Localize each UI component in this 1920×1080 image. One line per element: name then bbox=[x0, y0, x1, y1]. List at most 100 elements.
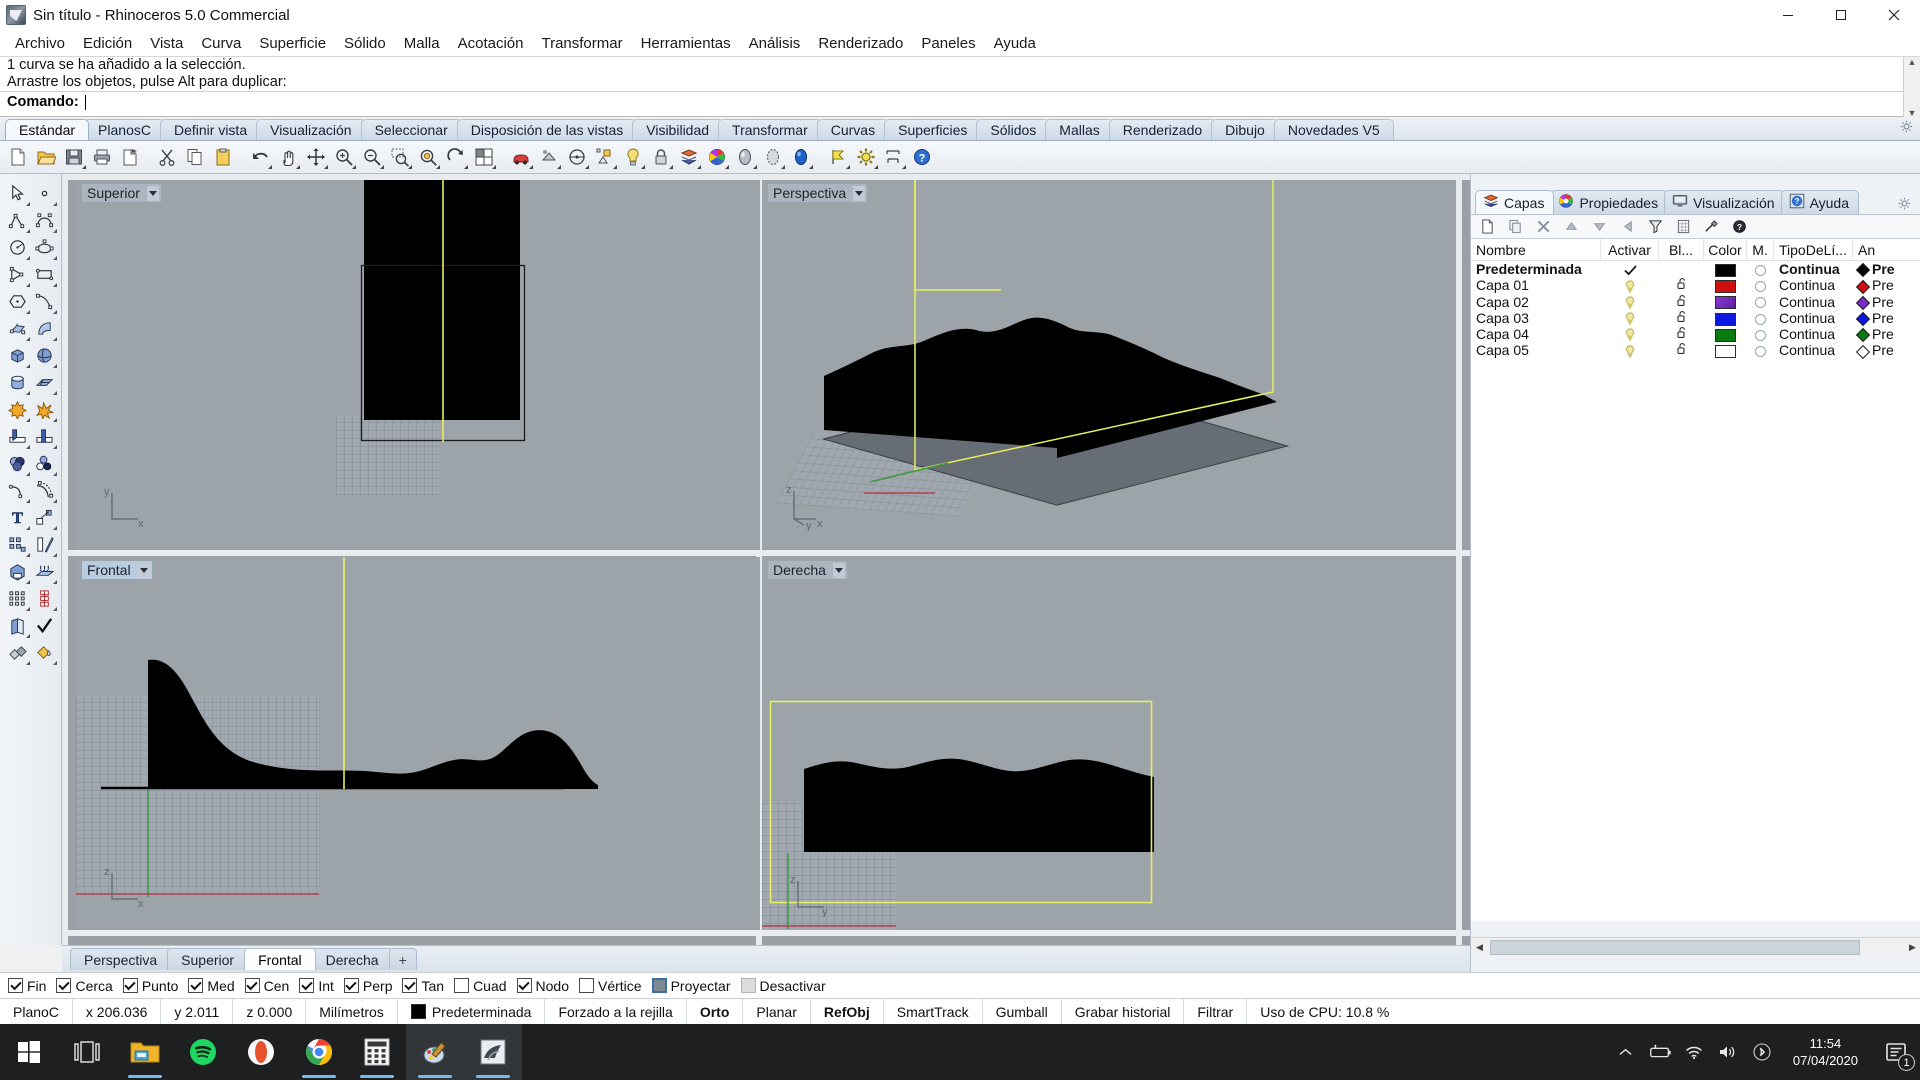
osnap-desactivar[interactable]: Desactivar bbox=[740, 978, 826, 994]
filter-icon[interactable] bbox=[1645, 217, 1665, 237]
osnap-cerca[interactable]: Cerca bbox=[56, 978, 113, 994]
osnap-int-checkbox[interactable] bbox=[299, 978, 315, 993]
circle-icon[interactable] bbox=[4, 234, 31, 261]
toolbar-tab-curvas[interactable]: Curvas bbox=[816, 119, 890, 140]
menu-edicion[interactable]: Edición bbox=[74, 32, 141, 55]
zoom-in-icon[interactable] bbox=[331, 144, 357, 170]
minimize-button[interactable] bbox=[1761, 0, 1814, 30]
layer-width[interactable]: Pre bbox=[1853, 277, 1920, 294]
layer-linetype[interactable]: Continua bbox=[1774, 261, 1853, 277]
table-row[interactable]: Capa 05 Continua Pre bbox=[1471, 342, 1920, 359]
notification-center-button[interactable]: 1 bbox=[1872, 1024, 1920, 1080]
viewport-title-derecha[interactable]: Derecha bbox=[768, 561, 847, 579]
toolbar-tab-definir-vista[interactable]: Definir vista bbox=[159, 119, 262, 140]
toolbar-tab-transformar[interactable]: Transformar bbox=[718, 119, 822, 140]
check-icon[interactable] bbox=[31, 612, 58, 639]
status-history[interactable]: Grabar historial bbox=[1062, 998, 1185, 1025]
layer-lock-open-icon[interactable] bbox=[1659, 277, 1704, 293]
layers-icon[interactable] bbox=[676, 144, 702, 170]
layer-material-icon[interactable] bbox=[1747, 277, 1774, 293]
sphere-shade-icon[interactable] bbox=[732, 144, 758, 170]
wifi-icon[interactable] bbox=[1677, 1024, 1711, 1080]
osnap-proyectar-checkbox[interactable] bbox=[651, 978, 667, 993]
task-view-icon[interactable] bbox=[58, 1024, 116, 1080]
grid-array-icon[interactable] bbox=[4, 585, 31, 612]
osnap-perp[interactable]: Perp bbox=[343, 978, 392, 994]
table-row[interactable]: Capa 03 Continua Pre bbox=[1471, 310, 1920, 327]
layer-material-icon[interactable] bbox=[1747, 326, 1774, 342]
column-header-activar[interactable]: Activar bbox=[1601, 239, 1659, 261]
viewport-derecha[interactable]: z y Derecha bbox=[762, 557, 1456, 930]
paint-bucket-icon[interactable] bbox=[31, 639, 58, 666]
array-icon[interactable] bbox=[4, 531, 31, 558]
viewport-superior[interactable]: y x Superior bbox=[76, 180, 760, 550]
menu-transformar[interactable]: Transformar bbox=[532, 32, 631, 55]
toolbar-tab-novedades-v5[interactable]: Novedades V5 bbox=[1273, 119, 1394, 140]
status-current-layer[interactable]: Predeterminada bbox=[398, 998, 546, 1025]
layer-name[interactable]: Predeterminada bbox=[1471, 261, 1601, 277]
save-as-icon[interactable] bbox=[117, 144, 143, 170]
scale-icon[interactable] bbox=[31, 504, 58, 531]
status-osnap[interactable]: RefObj bbox=[811, 998, 884, 1025]
zoom-out-icon[interactable] bbox=[359, 144, 385, 170]
split-icon[interactable] bbox=[31, 423, 58, 450]
help-question-icon[interactable]: ? bbox=[1729, 217, 1749, 237]
layer-linetype[interactable]: Continua bbox=[1774, 310, 1853, 326]
file-explorer-icon[interactable] bbox=[116, 1024, 174, 1080]
menu-ayuda[interactable]: Ayuda bbox=[985, 32, 1045, 55]
table-row[interactable]: Predeterminada Continua Pre bbox=[1471, 261, 1920, 278]
osnap-cen-checkbox[interactable] bbox=[244, 978, 260, 993]
polygon-icon[interactable] bbox=[4, 288, 31, 315]
curve-icon[interactable] bbox=[31, 207, 58, 234]
taskbar-clock[interactable]: 11:54 07/04/2020 bbox=[1779, 1024, 1872, 1080]
text-icon[interactable]: T bbox=[4, 504, 31, 531]
status-layer-color-swatch[interactable] bbox=[410, 1004, 426, 1019]
paint-icon[interactable] bbox=[406, 1024, 464, 1080]
viewport-menu-chevron-down-icon[interactable] bbox=[146, 185, 159, 201]
layer-width[interactable]: Pre bbox=[1853, 342, 1920, 359]
render-icon[interactable] bbox=[508, 144, 534, 170]
layer-visibility-bulb-icon[interactable] bbox=[1601, 294, 1659, 310]
layer-visibility-bulb-icon[interactable] bbox=[1601, 326, 1659, 342]
menu-acotacion[interactable]: Acotación bbox=[449, 32, 533, 55]
osnap-tan[interactable]: Tan bbox=[402, 978, 444, 994]
viewport-perspectiva[interactable]: z y x Perspectiva bbox=[762, 180, 1456, 550]
toolbar-tab-dibujo[interactable]: Dibujo bbox=[1211, 119, 1279, 140]
rotate-view-icon[interactable] bbox=[443, 144, 469, 170]
status-smarttrack[interactable]: SmartTrack bbox=[884, 998, 983, 1025]
sphere-solid-icon[interactable] bbox=[31, 342, 58, 369]
analyze-icon[interactable] bbox=[564, 144, 590, 170]
column-header-material[interactable]: M. bbox=[1747, 239, 1774, 261]
layer-visibility-bulb-icon[interactable] bbox=[1601, 342, 1659, 358]
layers-table[interactable]: Nombre Activar Bl... Color M. TipoDeLí..… bbox=[1471, 239, 1920, 921]
panel-options-gear-icon[interactable] bbox=[1898, 197, 1911, 214]
osnap-fin-checkbox[interactable] bbox=[8, 978, 23, 993]
layer-width[interactable]: Pre bbox=[1853, 310, 1920, 327]
status-planar[interactable]: Planar bbox=[743, 998, 811, 1025]
menu-malla[interactable]: Malla bbox=[395, 32, 449, 55]
menu-herramientas[interactable]: Herramientas bbox=[632, 32, 740, 55]
surface-plane-icon[interactable] bbox=[31, 369, 58, 396]
boolean-union-icon[interactable] bbox=[4, 396, 31, 423]
light-icon[interactable] bbox=[620, 144, 646, 170]
layer-current-check-icon[interactable] bbox=[1601, 261, 1659, 277]
toolbar-tab-visibilidad[interactable]: Visibilidad bbox=[632, 119, 724, 140]
zoom-extents-icon[interactable] bbox=[303, 144, 329, 170]
toolbar-options-gear-icon[interactable] bbox=[1900, 120, 1913, 137]
new-file-icon[interactable] bbox=[5, 144, 31, 170]
polyline-icon[interactable] bbox=[4, 207, 31, 234]
options-gear-icon[interactable] bbox=[853, 144, 879, 170]
calculator-icon[interactable] bbox=[348, 1024, 406, 1080]
menu-analisis[interactable]: Análisis bbox=[740, 32, 810, 55]
toolbar-tab-estandar[interactable]: Estándar bbox=[5, 119, 90, 140]
layer-linetype[interactable]: Continua bbox=[1774, 342, 1853, 358]
osnap-desactivar-checkbox[interactable] bbox=[740, 978, 756, 993]
rectangle-icon[interactable] bbox=[31, 261, 58, 288]
status-units[interactable]: Milímetros bbox=[306, 998, 398, 1025]
opera-icon[interactable] bbox=[232, 1024, 290, 1080]
sphere-render-icon[interactable] bbox=[788, 144, 814, 170]
save-icon[interactable] bbox=[61, 144, 87, 170]
layer-name[interactable]: Capa 02 bbox=[1471, 294, 1601, 310]
table-row[interactable]: Capa 01 Continua Pre bbox=[1471, 277, 1920, 294]
layer-material-icon[interactable] bbox=[1747, 261, 1774, 277]
